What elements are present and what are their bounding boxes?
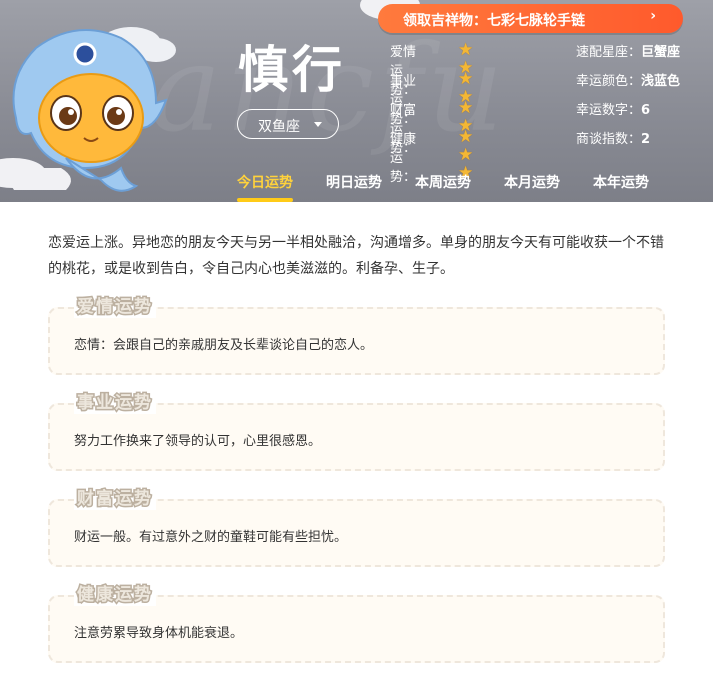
header-banner: ancfu 领取吉祥物：七彩七脉轮手链 › 慎行 双鱼座 爱情运势： ★★ 事业… [0, 0, 713, 202]
active-tab-indicator [237, 198, 293, 202]
tab-label: 本周运势 [415, 175, 471, 191]
tab-label: 明日运势 [326, 175, 382, 191]
info-label: 速配星座： [576, 45, 642, 60]
star-icon: ★ [458, 127, 474, 147]
info-label: 幸运颜色： [576, 74, 642, 89]
career-fortune-card: 事业运势 努力工作换来了领导的认可，心里很感恩。 [48, 392, 665, 471]
caret-down-icon [314, 122, 322, 127]
info-label: 商谈指数： [576, 132, 642, 147]
tab-year[interactable]: 本年运势 [593, 172, 649, 202]
info-value: 浅蓝色 [641, 74, 681, 89]
tab-week[interactable]: 本周运势 [415, 172, 471, 202]
card-title: 事业运势 [74, 392, 156, 415]
card-text: 财运一般。有过意外之财的童鞋可能有些担忧。 [74, 530, 348, 545]
card-text: 注意劳累导致身体机能衰退。 [74, 626, 244, 641]
zodiac-select-value: 双鱼座 [258, 119, 300, 135]
star-icon: ★ [458, 145, 474, 165]
tab-today[interactable]: 今日运势 [237, 172, 293, 202]
tab-month[interactable]: 本月运势 [504, 172, 560, 202]
pisces-mascot-icon [11, 27, 176, 192]
tab-label: 本月运势 [504, 175, 560, 191]
card-title: 健康运势 [74, 584, 156, 607]
info-negotiation-index: 商谈指数：2 [576, 128, 650, 147]
card-title: 爱情运势 [74, 296, 156, 319]
promo-banner-button[interactable]: 领取吉祥物：七彩七脉轮手链 › [378, 4, 683, 33]
card-text: 恋情：会跟自己的亲戚朋友及长辈谈论自己的恋人。 [74, 338, 374, 353]
zodiac-select[interactable]: 双鱼座 [237, 109, 339, 139]
promo-label: 领取吉祥物：七彩七脉轮手链 [403, 13, 585, 29]
love-fortune-card: 爱情运势 恋情：会跟自己的亲戚朋友及长辈谈论自己的恋人。 [48, 296, 665, 375]
info-match-sign: 速配星座：巨蟹座 [576, 41, 680, 60]
info-value: 巨蟹座 [641, 45, 681, 60]
star-icon: ★ [458, 40, 474, 60]
info-label: 幸运数字： [576, 103, 642, 118]
info-value: 2 [641, 132, 651, 147]
info-value: 6 [641, 103, 651, 118]
health-fortune-card: 健康运势 注意劳累导致身体机能衰退。 [48, 584, 665, 663]
card-text: 努力工作换来了领导的认可，心里很感恩。 [74, 434, 322, 449]
sign-title: 慎行 [238, 41, 346, 99]
card-title: 财富运势 [74, 488, 156, 511]
star-icon: ★ [458, 98, 474, 118]
tab-label: 今日运势 [237, 175, 293, 191]
info-lucky-number: 幸运数字：6 [576, 99, 650, 118]
info-lucky-color: 幸运颜色：浅蓝色 [576, 70, 680, 89]
fortune-summary: 恋爱运上涨。异地恋的朋友今天与另一半相处融洽，沟通增多。单身的朋友今天有可能收获… [48, 235, 664, 277]
tab-label: 本年运势 [593, 175, 649, 191]
period-tabs: 今日运势 明日运势 本周运势 本月运势 本年运势 [0, 172, 713, 202]
wealth-fortune-card: 财富运势 财运一般。有过意外之财的童鞋可能有些担忧。 [48, 488, 665, 567]
star-icon: ★ [458, 69, 474, 89]
tab-tomorrow[interactable]: 明日运势 [326, 172, 382, 202]
chevron-right-icon: › [650, 8, 656, 24]
